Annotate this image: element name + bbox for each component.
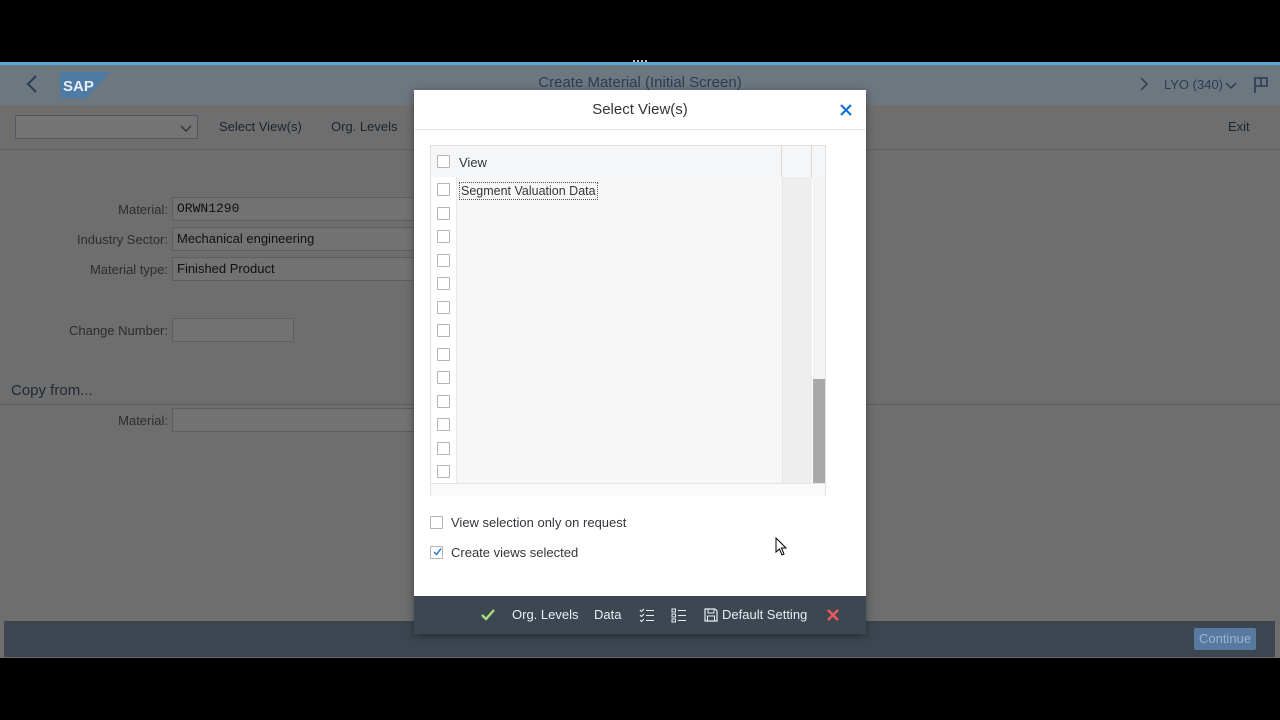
create-views-selected-label: Create views selected xyxy=(451,545,579,560)
row-checkbox[interactable] xyxy=(437,277,450,290)
create-views-selected-checkbox[interactable] xyxy=(430,546,443,560)
select-views-button[interactable]: Select View(s) xyxy=(219,119,302,134)
deselect-all-icon[interactable] xyxy=(671,607,687,623)
row-checkbox[interactable] xyxy=(437,371,450,384)
chevron-down-icon[interactable] xyxy=(1225,79,1237,91)
select-views-dialog: Select View(s) View Segment Valuation Da… xyxy=(414,90,866,634)
copy-material-label: Material: xyxy=(118,413,168,428)
row-checkbox[interactable] xyxy=(437,465,450,478)
save-icon[interactable] xyxy=(703,607,719,623)
close-icon[interactable] xyxy=(839,103,853,117)
chevron-down-icon xyxy=(180,125,192,132)
drag-handle[interactable] xyxy=(633,60,647,64)
mouse-cursor-icon xyxy=(775,537,787,556)
select-all-icon[interactable] xyxy=(639,607,655,623)
org-levels-button[interactable]: Org. Levels xyxy=(331,119,397,134)
industry-sector-input[interactable]: Mechanical engineering xyxy=(172,227,432,251)
view-column-header: View xyxy=(459,155,487,170)
continue-button[interactable]: Continue xyxy=(1194,628,1256,650)
select-all-checkbox[interactable] xyxy=(437,155,450,168)
row-checkbox[interactable] xyxy=(437,183,450,196)
feedback-icon[interactable] xyxy=(1252,76,1270,94)
dialog-footer: Org. Levels Data Default Setting xyxy=(414,596,866,634)
dialog-data-button[interactable]: Data xyxy=(594,607,621,622)
row-checkbox[interactable] xyxy=(437,418,450,431)
table-side-column xyxy=(782,177,812,483)
row-checkbox[interactable] xyxy=(437,230,450,243)
view-selection-on-request-option[interactable]: View selection only on request xyxy=(430,515,626,530)
material-type-label: Material type: xyxy=(89,262,168,277)
material-type-input[interactable]: Finished Product xyxy=(172,257,432,281)
command-field-dropdown[interactable] xyxy=(15,115,198,139)
view-selection-on-request-label: View selection only on request xyxy=(451,515,627,530)
row-checkbox[interactable] xyxy=(437,394,450,408)
scrollbar-thumb[interactable] xyxy=(813,379,825,483)
views-table: View Segment Valuation Data xyxy=(430,145,826,496)
chevron-right-icon[interactable] xyxy=(1137,75,1151,93)
change-number-label: Change Number: xyxy=(69,323,168,338)
dialog-title: Select View(s) xyxy=(592,101,688,118)
horizontal-scrollbar[interactable] xyxy=(431,483,825,496)
row-checkbox[interactable] xyxy=(437,206,450,220)
row-checkbox[interactable] xyxy=(437,253,450,267)
column-separator xyxy=(781,146,782,177)
row-checkbox[interactable] xyxy=(437,441,450,455)
industry-sector-label: Industry Sector: xyxy=(76,232,168,247)
copy-from-section-title: Copy from... xyxy=(11,382,93,399)
table-header: View xyxy=(431,146,825,178)
change-number-input[interactable] xyxy=(172,318,294,342)
row-checkbox[interactable] xyxy=(437,300,450,314)
row-checkbox[interactable] xyxy=(437,347,450,361)
dialog-org-levels-button[interactable]: Org. Levels xyxy=(512,607,578,622)
exit-button[interactable]: Exit xyxy=(1228,119,1250,134)
view-selection-on-request-checkbox[interactable] xyxy=(430,516,443,530)
cancel-x-icon[interactable] xyxy=(825,607,841,623)
confirm-check-icon[interactable] xyxy=(480,607,496,623)
checkmark-icon xyxy=(433,548,442,556)
page-title: Create Material (Initial Screen) xyxy=(538,74,742,91)
table-row-segment-valuation-data[interactable]: Segment Valuation Data xyxy=(459,182,598,200)
default-setting-button[interactable]: Default Setting xyxy=(722,607,807,622)
material-input[interactable]: ORWN1290 xyxy=(172,197,432,221)
column-separator xyxy=(811,146,812,177)
copy-material-input[interactable] xyxy=(172,408,432,432)
system-client-label[interactable]: LYO (340) xyxy=(1164,77,1223,92)
material-label: Material: xyxy=(118,202,168,217)
dialog-header: Select View(s) xyxy=(414,90,866,130)
create-views-selected-option[interactable]: Create views selected xyxy=(430,545,578,560)
row-checkbox[interactable] xyxy=(437,324,450,337)
table-body xyxy=(431,177,782,483)
